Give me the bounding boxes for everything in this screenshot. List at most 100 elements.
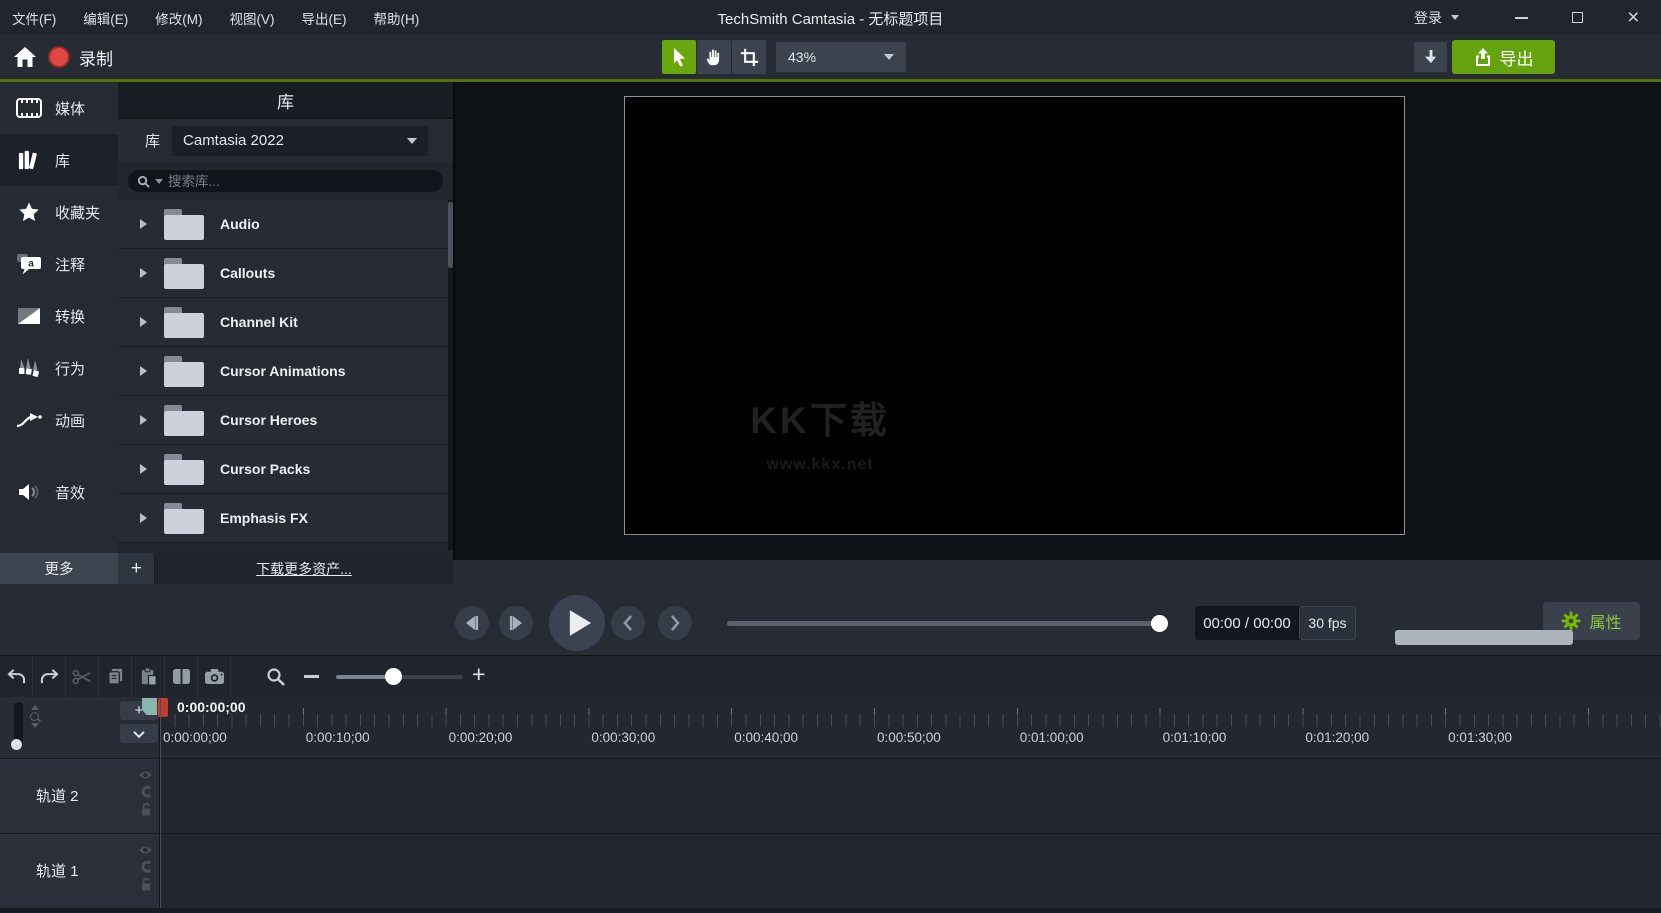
copy-icon	[106, 667, 125, 686]
add-library-asset-button[interactable]	[118, 553, 155, 584]
collapse-tracks-button[interactable]	[120, 724, 158, 743]
library-folder-callouts[interactable]: Callouts	[118, 249, 453, 298]
export-button[interactable]: 导出	[1452, 40, 1555, 74]
library-scrollbar-thumb[interactable]	[448, 202, 453, 268]
sidebar-item-behaviors[interactable]: 行为	[0, 342, 118, 394]
ruler-tick-label: 0:00:20;00	[449, 730, 592, 745]
lock-open-icon[interactable]	[140, 802, 152, 816]
crop-tool-button[interactable]	[732, 40, 766, 74]
redo-button[interactable]	[33, 656, 66, 697]
previous-clip-button[interactable]	[611, 606, 645, 640]
lock-open-icon[interactable]	[140, 877, 152, 891]
timeline-zoom-in-button[interactable]	[472, 661, 485, 688]
copy-button[interactable]	[99, 656, 132, 697]
maximize-button[interactable]	[1549, 0, 1605, 35]
timeline-scrollbar-thumb[interactable]	[1395, 630, 1573, 645]
next-clip-button[interactable]	[658, 606, 692, 640]
sidebar-item-transitions[interactable]: 转换	[0, 290, 118, 342]
eye-icon[interactable]	[138, 844, 153, 856]
folder-label: Callouts	[220, 265, 275, 281]
paste-icon	[139, 667, 158, 686]
library-scrollbar[interactable]	[448, 200, 453, 550]
close-button[interactable]	[1605, 0, 1661, 35]
library-folder-cursor-animations[interactable]: Cursor Animations	[118, 347, 453, 396]
library-folder-cursor-heroes[interactable]: Cursor Heroes	[118, 396, 453, 445]
cut-button[interactable]	[66, 656, 99, 697]
library-search-box[interactable]	[128, 170, 443, 192]
next-frame-button[interactable]	[499, 606, 533, 640]
track-2-header[interactable]: 轨道 2	[0, 758, 160, 833]
menu-file[interactable]: 文件(F)	[12, 8, 56, 28]
timeline-zoom-slider-handle[interactable]	[385, 668, 402, 685]
track-1-content[interactable]	[160, 833, 1661, 908]
play-button[interactable]	[549, 595, 605, 651]
library-folder-cursor-packs[interactable]: Cursor Packs	[118, 445, 453, 494]
search-options-chevron-icon[interactable]	[155, 179, 163, 184]
menu-help[interactable]: 帮助(H)	[374, 8, 420, 28]
eye-icon[interactable]	[138, 769, 153, 781]
magnet-icon[interactable]	[139, 785, 152, 798]
expand-caret-icon[interactable]	[140, 366, 147, 376]
undo-button[interactable]	[0, 656, 33, 697]
paste-button[interactable]	[132, 656, 165, 697]
download-button[interactable]	[1414, 42, 1447, 72]
minimize-button[interactable]	[1493, 0, 1549, 35]
preview-canvas[interactable]: KK下载 www.kkx.net	[624, 96, 1405, 535]
tool-sidebar: 媒体 库 收藏夹 a 注释 转换 行为 动画 音效	[0, 82, 118, 553]
chevron-down-icon	[884, 54, 894, 60]
library-folder-audio[interactable]: Audio	[118, 200, 453, 249]
sidebar-item-favorites[interactable]: 收藏夹	[0, 186, 118, 238]
menu-modify[interactable]: 修改(M)	[155, 8, 202, 28]
home-button[interactable]	[10, 44, 40, 70]
sidebar-item-library[interactable]: 库	[0, 134, 118, 186]
menu-edit[interactable]: 编辑(E)	[83, 8, 128, 28]
speaker-icon	[15, 482, 42, 502]
ruler-tick-label: 0:01:30;00	[1448, 730, 1591, 745]
folder-label: Audio	[220, 216, 260, 232]
timeline-left-controls	[0, 697, 160, 758]
library-folder-channel-kit[interactable]: Channel Kit	[118, 298, 453, 347]
record-button[interactable]: 录制	[48, 42, 113, 72]
track-1-header[interactable]: 轨道 1	[0, 833, 160, 908]
next-frame-icon	[508, 616, 524, 630]
sidebar-item-media[interactable]: 媒体	[0, 82, 118, 134]
previous-frame-button[interactable]	[455, 606, 489, 640]
playhead-line[interactable]	[160, 698, 161, 908]
menu-export[interactable]: 导出(E)	[302, 8, 347, 28]
pan-tool-button[interactable]	[697, 40, 731, 74]
expand-caret-icon[interactable]	[140, 219, 147, 229]
sidebar-item-annotations[interactable]: a 注释	[0, 238, 118, 290]
expand-caret-icon[interactable]	[140, 268, 147, 278]
timeline-bottom-strip	[0, 908, 1661, 913]
track-height-zoom-control[interactable]	[30, 705, 39, 728]
scrub-slider-track[interactable]	[727, 621, 1159, 626]
select-tool-button[interactable]	[662, 40, 696, 74]
library-search-row	[118, 162, 453, 200]
library-search-input[interactable]	[168, 174, 434, 189]
sidebar-item-audio-effects[interactable]: 音效	[0, 466, 118, 518]
menu-view[interactable]: 视图(V)	[230, 8, 275, 28]
sidebar-more-button[interactable]: 更多	[0, 553, 118, 584]
download-more-assets-link[interactable]: 下载更多资产...	[155, 553, 453, 584]
track-2-content[interactable]	[160, 758, 1661, 833]
expand-caret-icon[interactable]	[140, 513, 147, 523]
canvas-zoom-select[interactable]: 43%	[776, 42, 906, 72]
timeline-zoom-out-button[interactable]	[304, 675, 319, 678]
magnet-icon[interactable]	[139, 860, 152, 873]
track-height-slider-handle[interactable]	[11, 739, 22, 750]
screenshot-button[interactable]	[198, 656, 231, 697]
window-title: TechSmith Camtasia - 无标题项目	[718, 8, 944, 29]
track-controls	[138, 769, 153, 816]
expand-caret-icon[interactable]	[140, 317, 147, 327]
fps-badge[interactable]: 30 fps	[1299, 606, 1356, 640]
library-folder-emphasis-fx[interactable]: Emphasis FX	[118, 494, 453, 543]
expand-caret-icon[interactable]	[140, 415, 147, 425]
library-select[interactable]: Camtasia 2022	[172, 126, 428, 156]
split-button[interactable]	[165, 656, 198, 697]
ruler-minor-ticks[interactable]	[160, 714, 1661, 727]
sidebar-item-animations[interactable]: 动画	[0, 394, 118, 446]
record-label: 录制	[79, 45, 113, 70]
scrub-slider-handle[interactable]	[1151, 615, 1168, 632]
login-menu[interactable]: 登录	[1414, 8, 1459, 28]
expand-caret-icon[interactable]	[140, 464, 147, 474]
